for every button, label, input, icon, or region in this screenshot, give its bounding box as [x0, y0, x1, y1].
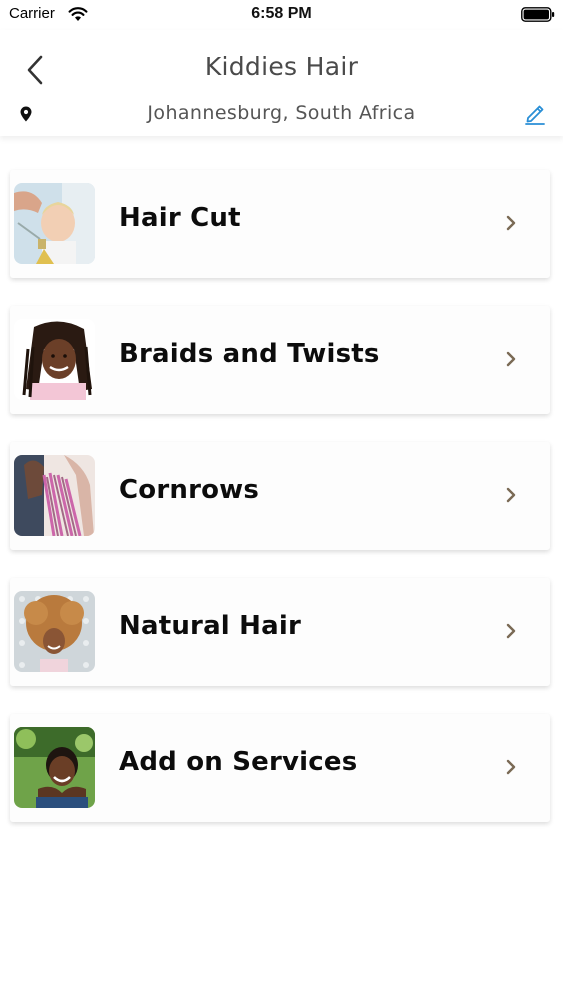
service-item-natural-hair[interactable]: Natural Hair	[10, 578, 550, 686]
clock: 6:58 PM	[251, 5, 312, 22]
chevron-right-icon	[506, 487, 516, 503]
service-item-hair-cut[interactable]: Hair Cut	[10, 170, 550, 278]
service-label: Braids and Twists	[119, 339, 380, 369]
status-bar: Carrier 6:58 PM	[0, 0, 563, 30]
chevron-right-icon	[506, 759, 516, 775]
service-item-add-on-services[interactable]: Add on Services	[10, 714, 550, 822]
natural-hair-photo-icon	[14, 591, 95, 672]
service-label: Cornrows	[119, 475, 260, 505]
edit-location-button[interactable]	[524, 103, 546, 125]
haircut-photo-icon	[14, 183, 95, 264]
chevron-right-icon	[506, 215, 516, 231]
braids-photo-icon	[14, 319, 95, 400]
chevron-right-icon	[506, 623, 516, 639]
battery-icon	[521, 7, 555, 22]
service-item-cornrows[interactable]: Cornrows	[10, 442, 550, 550]
service-item-braids-and-twists[interactable]: Braids and Twists	[10, 306, 550, 414]
page-title: Kiddies Hair	[204, 52, 359, 81]
service-label: Add on Services	[119, 747, 358, 777]
service-label: Hair Cut	[119, 203, 241, 233]
cornrows-photo-icon	[14, 455, 95, 536]
chevron-right-icon	[506, 351, 516, 367]
service-label: Natural Hair	[119, 611, 302, 641]
add-on-photo-icon	[14, 727, 95, 808]
pencil-icon	[525, 105, 545, 125]
location-label: Johannesburg, South Africa	[147, 102, 416, 124]
header: Kiddies Hair Johannesburg, South Africa	[0, 30, 563, 136]
